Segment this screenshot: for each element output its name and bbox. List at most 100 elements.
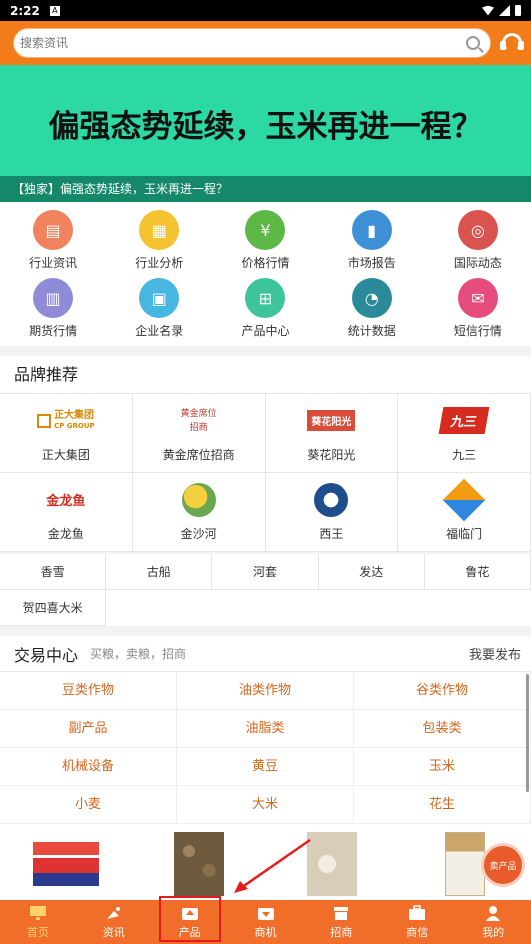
trade-category[interactable]: 谷类作物 <box>354 672 531 710</box>
tab-label: 招商 <box>330 926 353 939</box>
category-label: 期货行情 <box>29 324 78 338</box>
brand-label: 正大集团 <box>41 447 90 462</box>
brand-tag[interactable]: 鲁花 <box>424 554 531 590</box>
money-bag-icon: ¥ <box>245 210 286 250</box>
trade-category[interactable]: 副产品 <box>0 710 177 748</box>
trade-category[interactable]: 黄豆 <box>177 748 354 786</box>
product-thumb[interactable] <box>266 824 399 896</box>
status-icons <box>482 5 521 16</box>
brand-label: 九三 <box>452 447 477 462</box>
brand-item[interactable]: 福临门 <box>398 473 531 552</box>
signal-icon <box>499 5 510 16</box>
tab-business[interactable]: 商机 <box>228 900 304 944</box>
brand-tag[interactable]: 古船 <box>106 554 213 590</box>
banner-headline: 偏强态势延续，玉米再进一程？ <box>48 109 483 145</box>
category-label: 企业名录 <box>135 324 184 338</box>
brand-tag[interactable]: 贺四喜大米 <box>0 590 107 626</box>
trade-category[interactable]: 机械设备 <box>0 748 177 786</box>
category-label: 国际动态 <box>453 256 502 270</box>
futures-chart-icon: ▥ <box>33 278 74 318</box>
product-strip <box>0 824 531 896</box>
tab-label: 产品 <box>178 926 201 939</box>
sell-product-button[interactable]: 卖产品 <box>481 843 525 887</box>
category-futures[interactable]: ▥ 期货行情 <box>0 278 106 344</box>
briefcase-icon: ▣ <box>139 278 180 318</box>
briefcase-icon <box>407 904 427 922</box>
category-industry-news[interactable]: ▤ 行业资讯 <box>0 210 106 276</box>
trade-center-section: 交易中心 买粮，卖粮，招商 我要发布 豆类作物 油类作物 谷类作物 副产品 油脂… <box>0 636 531 900</box>
pie-chart-icon: ◔ <box>351 278 392 318</box>
brand-label: 金龙鱼 <box>47 526 84 541</box>
trade-category[interactable]: 油类作物 <box>177 672 354 710</box>
category-directory[interactable]: ▣ 企业名录 <box>106 278 212 344</box>
section-title: 品牌推荐 <box>0 356 531 394</box>
scrollbar[interactable] <box>526 674 529 792</box>
tab-label: 商信 <box>406 926 429 939</box>
banner-caption[interactable]: 【独家】偏强态势延续，玉米再进一程？ <box>0 176 531 202</box>
tab-investment[interactable]: 招商 <box>303 900 379 944</box>
category-label: 行业资讯 <box>29 256 78 270</box>
tab-merchant-info[interactable]: 商信 <box>379 900 455 944</box>
section-title: 交易中心 <box>14 645 79 665</box>
bar-chart-icon: ▮ <box>351 210 392 250</box>
tab-label: 资讯 <box>102 926 125 939</box>
brand-logo-xiwang <box>314 482 349 517</box>
brand-tag[interactable]: 发达 <box>318 554 425 590</box>
brand-item[interactable]: 西王 <box>265 473 399 552</box>
brand-item[interactable]: 黄金席位 招商 黄金席位招商 <box>132 394 266 473</box>
globe-icon: ◎ <box>457 210 498 250</box>
category-products[interactable]: ⊞ 产品中心 <box>212 278 318 344</box>
brand-item[interactable]: 葵花阳光 葵花阳光 <box>265 394 399 473</box>
analysis-icon: ▦ <box>139 210 180 250</box>
brand-item[interactable]: 金沙河 <box>132 473 266 552</box>
trade-category[interactable]: 小麦 <box>0 786 177 824</box>
section-subtitle: 买粮，卖粮，招商 <box>90 647 187 661</box>
category-statistics[interactable]: ◔ 统计数据 <box>319 278 425 344</box>
category-industry-analysis[interactable]: ▦ 行业分析 <box>106 210 212 276</box>
category-price[interactable]: ¥ 价格行情 <box>212 210 318 276</box>
brand-item[interactable]: 金龙鱼 金龙鱼 <box>0 473 133 552</box>
brand-logo-fulinmen <box>442 478 486 521</box>
product-image <box>174 832 225 896</box>
brand-logo-jinshahe <box>181 482 216 517</box>
tab-home[interactable]: 首页 <box>0 900 76 944</box>
trade-category[interactable]: 包装类 <box>354 710 531 748</box>
brand-tag[interactable]: 河套 <box>212 554 319 590</box>
wifi-icon <box>482 5 494 16</box>
category-sms[interactable]: ✉ 短信行情 <box>425 278 531 344</box>
trade-category[interactable]: 花生 <box>354 786 531 824</box>
publish-link[interactable]: 我要发布 <box>469 644 521 663</box>
tab-mine[interactable]: 我的 <box>455 900 531 944</box>
brand-tag[interactable]: 香雪 <box>0 554 107 590</box>
battery-icon <box>515 5 521 16</box>
download-box-icon <box>256 904 276 922</box>
category-label: 价格行情 <box>241 256 290 270</box>
product-thumb[interactable] <box>0 824 133 896</box>
brand-label: 黄金席位招商 <box>162 447 235 462</box>
search-bar[interactable] <box>13 28 491 58</box>
trade-category[interactable]: 油脂类 <box>177 710 354 748</box>
news-icon: ▤ <box>33 210 74 250</box>
app-header <box>0 21 531 65</box>
tab-news[interactable]: 资讯 <box>76 900 152 944</box>
category-market-report[interactable]: ▮ 市场报告 <box>319 210 425 276</box>
banner-carousel[interactable]: 偏强态势延续，玉米再进一程？ 【独家】偏强态势延续，玉米再进一程？ <box>0 65 531 202</box>
product-image <box>33 842 100 886</box>
customer-service-icon[interactable] <box>499 30 525 56</box>
product-thumb[interactable] <box>133 824 266 896</box>
tab-label: 首页 <box>26 926 49 939</box>
brand-item[interactable]: 九三 九三 <box>398 394 531 473</box>
cart-icon: ⊞ <box>245 278 286 318</box>
envelope-icon: ✉ <box>457 278 498 318</box>
category-international[interactable]: ◎ 国际动态 <box>425 210 531 276</box>
search-input[interactable] <box>20 36 466 50</box>
category-label: 行业分析 <box>135 256 184 270</box>
trade-category[interactable]: 豆类作物 <box>0 672 177 710</box>
trade-category[interactable]: 大米 <box>177 786 354 824</box>
tab-products[interactable]: 产品 <box>152 900 228 944</box>
search-icon[interactable] <box>466 36 480 50</box>
brand-item[interactable]: 正大集团 CP GROUP 正大集团 <box>0 394 133 473</box>
brand-logo-golden-seat: 黄金席位 招商 <box>180 408 217 433</box>
tab-label: 我的 <box>482 926 505 939</box>
trade-category[interactable]: 玉米 <box>354 748 531 786</box>
